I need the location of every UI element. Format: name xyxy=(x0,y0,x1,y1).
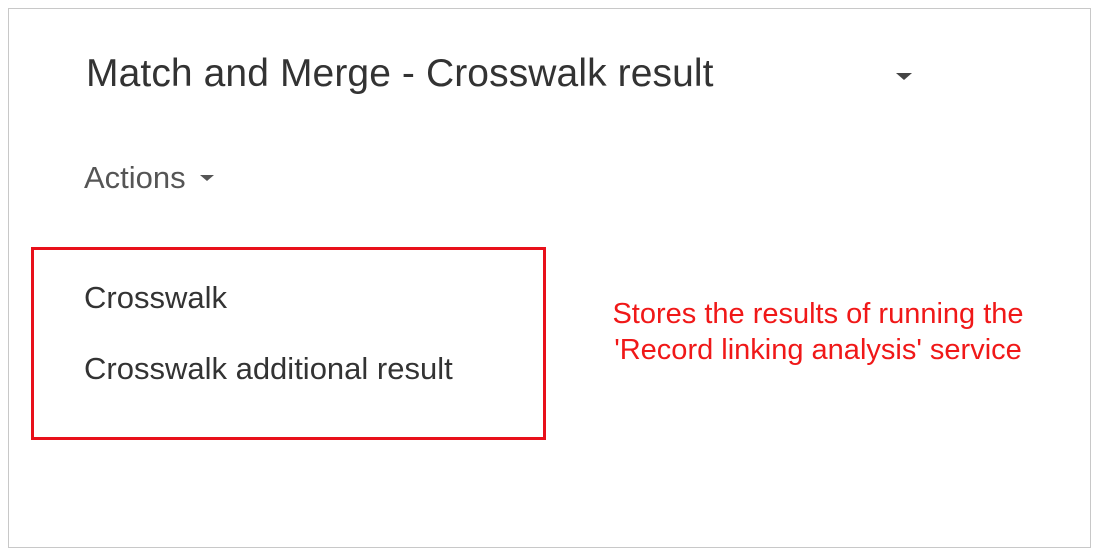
chevron-down-icon xyxy=(199,175,214,181)
chevron-down-icon[interactable] xyxy=(896,73,912,80)
actions-label: Actions xyxy=(84,160,186,195)
menu-item-crosswalk[interactable]: Crosswalk xyxy=(84,278,227,318)
title-bar: Match and Merge - Crosswalk result xyxy=(86,50,714,98)
actions-dropdown[interactable]: Actions xyxy=(84,158,214,198)
page-title: Match and Merge - Crosswalk result xyxy=(86,52,714,95)
annotation-line: 'Record linking analysis' service xyxy=(614,334,1022,366)
menu-item-crosswalk-additional-result[interactable]: Crosswalk additional result xyxy=(84,349,453,389)
annotation-line: Stores the results of running the xyxy=(612,298,1024,330)
highlight-box xyxy=(31,247,546,440)
annotation-callout: Stores the results of running the 'Recor… xyxy=(578,296,1058,368)
